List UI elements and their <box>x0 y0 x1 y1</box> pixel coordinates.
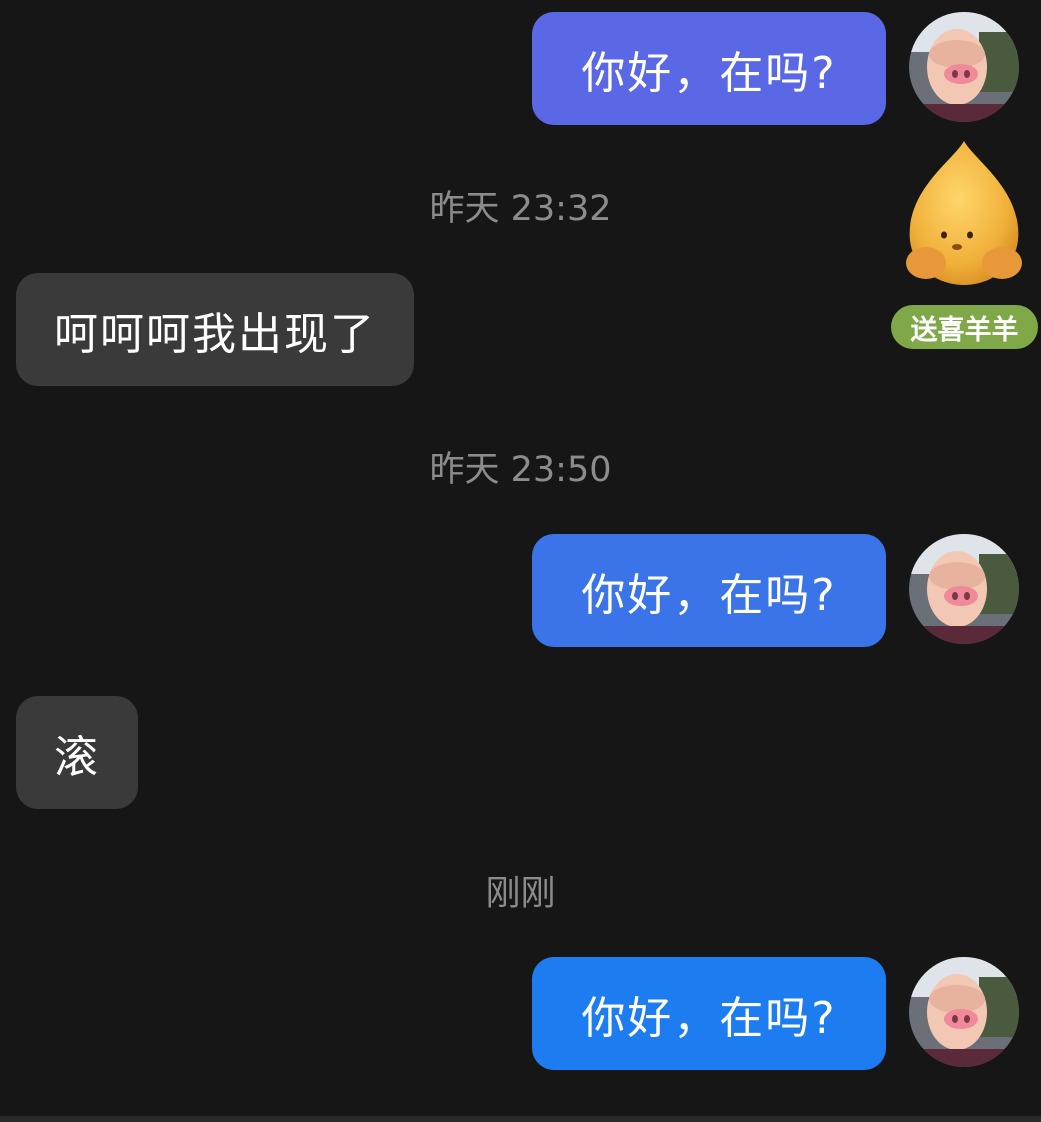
outgoing-message-bubble[interactable]: 你好，在吗? <box>532 534 886 647</box>
incoming-message-bubble[interactable]: 呵呵呵我出现了 <box>16 273 414 386</box>
outgoing-message-bubble[interactable]: 你好，在吗? <box>532 12 886 125</box>
user-avatar[interactable] <box>909 957 1019 1067</box>
gift-sticker[interactable] <box>896 135 1032 295</box>
message-text: 你好，在吗? <box>581 47 837 99</box>
pig-face-avatar-icon <box>909 957 1019 1067</box>
incoming-message-bubble[interactable]: 滚 <box>16 696 138 809</box>
message-text: 呵呵呵我出现了 <box>54 308 376 360</box>
peach-mascot-icon <box>906 141 1022 285</box>
message-text: 你好，在吗? <box>581 992 837 1044</box>
gift-label-text: 送喜羊羊 <box>910 314 1019 346</box>
user-avatar[interactable] <box>909 12 1019 122</box>
user-avatar[interactable] <box>909 534 1019 644</box>
outgoing-message-bubble[interactable]: 你好，在吗? <box>532 957 886 1070</box>
message-timestamp: 刚刚 <box>485 874 556 914</box>
pig-face-avatar-icon <box>909 534 1019 644</box>
gift-label[interactable]: 送喜羊羊 <box>891 305 1038 349</box>
message-text: 滚 <box>54 731 100 783</box>
message-timestamp: 昨天 23:50 <box>429 450 612 490</box>
message-timestamp: 昨天 23:32 <box>429 189 612 229</box>
message-text: 你好，在吗? <box>581 569 837 621</box>
pig-face-avatar-icon <box>909 12 1019 122</box>
input-bar-edge <box>0 1116 1041 1122</box>
